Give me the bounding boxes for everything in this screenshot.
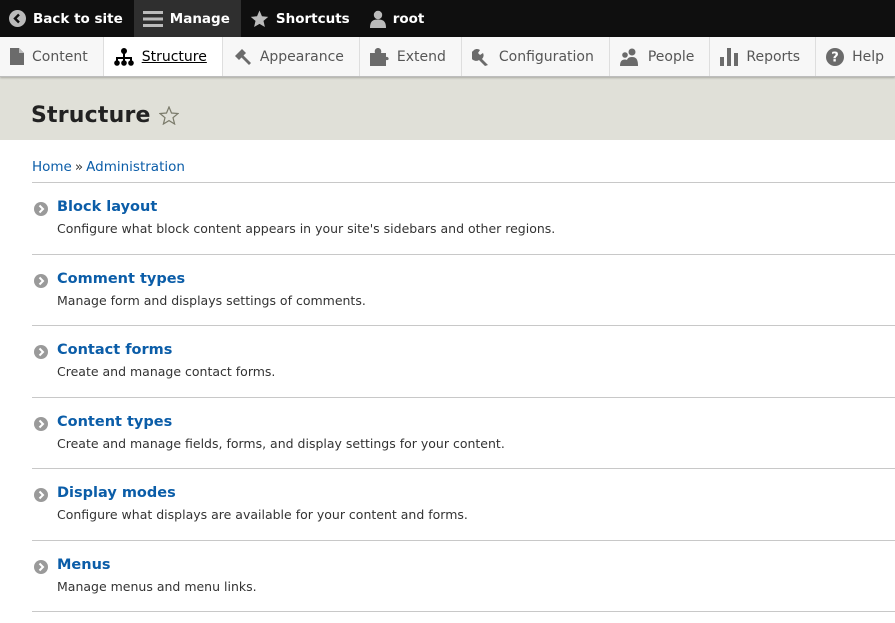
tray-item-configuration[interactable]: Configuration <box>462 37 610 76</box>
back-arrow-icon <box>9 10 26 27</box>
tray-label-appearance: Appearance <box>259 48 344 65</box>
manage-tab[interactable]: Manage <box>133 0 241 37</box>
admin-list-item: Block layout Configure what block conten… <box>32 183 895 255</box>
wrench-icon <box>471 48 488 66</box>
breadcrumb-home-link[interactable]: Home <box>32 159 72 175</box>
admin-list-item: Display modes Configure what displays ar… <box>32 469 895 541</box>
tray-label-reports: Reports <box>746 48 801 65</box>
svg-text:?: ? <box>831 50 839 65</box>
block-layout-link[interactable]: Block layout <box>57 199 895 215</box>
breadcrumb: Home» Administration <box>32 140 895 183</box>
paintbrush-icon <box>234 48 251 65</box>
content-types-link[interactable]: Content types <box>57 414 895 430</box>
tray-item-help[interactable]: ? Help <box>816 37 895 76</box>
puzzle-icon <box>369 47 389 66</box>
comment-types-link[interactable]: Comment types <box>57 271 895 287</box>
people-icon <box>619 48 638 66</box>
chevron-circle-icon <box>34 559 48 574</box>
chevron-circle-icon <box>34 416 48 431</box>
hamburger-icon <box>142 10 163 27</box>
tray-item-structure[interactable]: Structure <box>103 37 223 76</box>
tray-label-help: Help <box>852 48 884 65</box>
back-to-site-link[interactable]: Back to site <box>0 0 134 37</box>
shortcut-star-icon[interactable] <box>158 106 179 125</box>
breadcrumb-separator: » <box>74 159 84 175</box>
chevron-circle-icon <box>34 345 48 359</box>
user-tab[interactable]: root <box>361 0 436 37</box>
chevron-circle-icon <box>34 202 48 216</box>
tray-item-people[interactable]: People <box>610 37 711 76</box>
tray-label-content: Content <box>32 48 88 65</box>
breadcrumb-administration-link[interactable]: Administration <box>86 159 185 175</box>
item-description: Configure what block content appears in … <box>57 221 556 236</box>
shortcuts-tab[interactable]: Shortcuts <box>241 0 361 37</box>
bar-chart-icon <box>720 47 739 66</box>
structure-icon <box>113 47 134 66</box>
item-description: Create and manage fields, forms, and dis… <box>57 435 505 451</box>
chevron-circle-icon <box>34 488 48 502</box>
tray-label-structure: Structure <box>141 48 207 65</box>
shortcuts-label: Shortcuts <box>275 10 350 27</box>
page-header: Structure <box>0 77 895 140</box>
item-description: Manage menus and menu links. <box>57 578 257 594</box>
tray-item-extend[interactable]: Extend <box>360 37 462 76</box>
tray-label-configuration: Configuration <box>498 48 594 65</box>
admin-toolbar: Back to site Manage Shortcuts root <box>0 0 895 37</box>
admin-list-item: Comment types Manage form and displays s… <box>32 255 895 326</box>
manage-label: Manage <box>169 10 230 27</box>
display-modes-link[interactable]: Display modes <box>57 485 895 501</box>
tray-item-reports[interactable]: Reports <box>710 37 817 76</box>
tray-label-people: People <box>647 48 695 65</box>
item-description: Manage form and displays settings of com… <box>57 292 366 308</box>
tray-item-content[interactable]: Content <box>0 37 104 76</box>
document-icon <box>10 48 24 65</box>
main-content: Home» Administration Block layout Configu… <box>0 140 895 612</box>
menus-link[interactable]: Menus <box>57 557 895 573</box>
admin-list-item: Content types Create and manage fields, … <box>32 398 895 469</box>
toolbar-tray: Content Structure Appearance Extend Conf… <box>0 37 895 77</box>
item-description: Create and manage contact forms. <box>57 364 276 379</box>
tray-label-extend: Extend <box>396 48 446 65</box>
back-to-site-label: Back to site <box>33 10 123 27</box>
help-icon: ? <box>826 47 845 66</box>
contact-forms-link[interactable]: Contact forms <box>57 342 895 358</box>
tray-item-appearance[interactable]: Appearance <box>223 37 360 76</box>
admin-list-item: Menus Manage menus and menu links. <box>32 541 895 612</box>
item-description: Configure what displays are available fo… <box>57 507 468 522</box>
star-icon <box>250 9 269 27</box>
user-icon <box>369 10 386 28</box>
page-title: Structure <box>31 103 151 128</box>
admin-list-item: Contact forms Create and manage contact … <box>32 326 895 398</box>
user-label: root <box>392 10 425 27</box>
chevron-circle-icon <box>34 273 48 288</box>
